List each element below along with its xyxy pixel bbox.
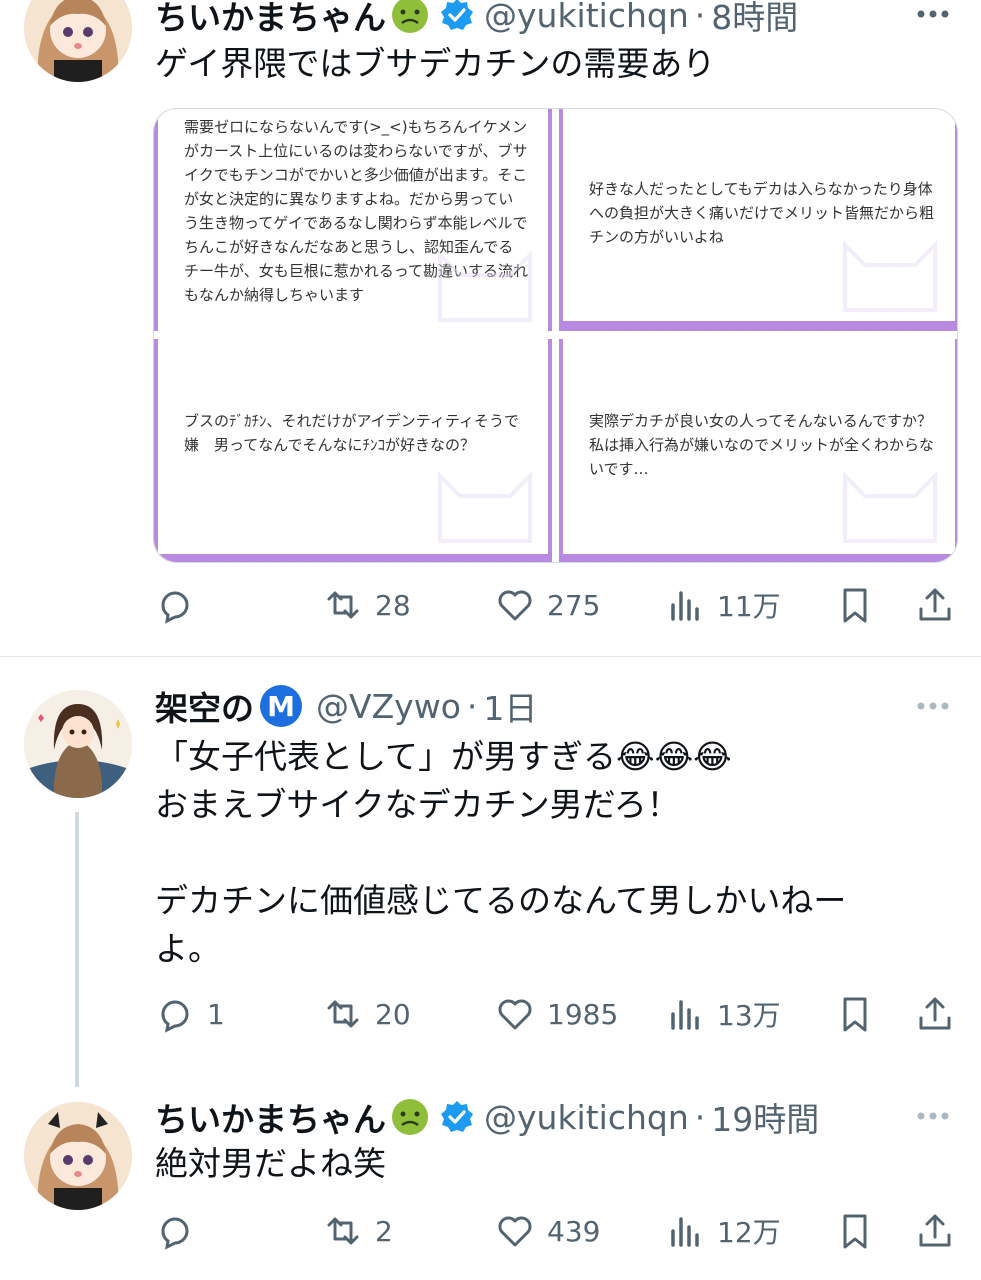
like-button[interactable]: 439 (495, 1206, 600, 1256)
cat-watermark-icon (438, 471, 532, 543)
reply-button[interactable] (155, 1206, 207, 1256)
share-button[interactable] (915, 580, 955, 630)
views-button[interactable]: 12万 (665, 1206, 781, 1256)
cat-watermark-icon (843, 471, 937, 543)
like-count: 1985 (547, 997, 619, 1031)
like-count: 275 (547, 588, 601, 622)
timestamp[interactable]: 19時間 (711, 1093, 819, 1141)
reply-button[interactable]: 1 (155, 989, 225, 1039)
share-icon (919, 588, 951, 621)
bookmark-icon (843, 997, 867, 1032)
media-image-2[interactable]: 好きな人だったとしてもデカは入らなかったり身体への負担が大きく痛いだけでメリット… (559, 109, 957, 331)
image-4-bottom-bar (563, 554, 955, 562)
reply-icon (161, 1217, 189, 1250)
user-handle[interactable]: @yukitichqn (484, 0, 689, 35)
verified-badge-icon (441, 0, 473, 30)
like-button[interactable]: 1985 (495, 989, 618, 1039)
views-count: 12万 (717, 1216, 781, 1249)
display-name[interactable]: ちいかまちゃん (155, 1093, 386, 1141)
image-3-text: ブスのﾃﾞｶﾁﾝ、それだけがアイデンティティそうで嫌 男ってなんでそんなにﾁﾝｺ… (184, 412, 519, 454)
display-name[interactable]: 架空の (155, 682, 254, 730)
separator-dot: · (694, 0, 706, 35)
cat-watermark-icon (843, 240, 937, 312)
tweet-text-line-2: おまえブサイクなデカチン男だろ！ (155, 785, 680, 824)
retweet-button[interactable]: 20 (323, 989, 411, 1039)
media-image-3[interactable]: ブスのﾃﾞｶﾁﾝ、それだけがアイデンティティそうで嫌 男ってなんでそんなにﾁﾝｺ… (154, 339, 552, 562)
more-options-icon[interactable] (913, 4, 953, 24)
views-button[interactable]: 11万 (665, 580, 781, 630)
nauseated-face-icon (392, 0, 428, 33)
tweet-text-line-4: デカチンに価値感じてるのなんて男しかいねー (155, 881, 847, 920)
tweet-text-line-5: よ。 (155, 929, 221, 968)
retweet-button[interactable]: 2 (323, 1206, 393, 1256)
analytics-icon (671, 591, 699, 621)
retweet-count: 28 (375, 588, 411, 622)
thread-connector-line (75, 812, 79, 1087)
tweet-header: 架空の M @VZywo · 1日 (155, 681, 537, 731)
separator-dot: · (694, 1097, 706, 1137)
share-button[interactable] (915, 1206, 955, 1256)
bookmark-button[interactable] (835, 580, 875, 630)
reply-button[interactable] (155, 580, 207, 630)
separator-dot: · (466, 686, 478, 726)
image-3-bottom-bar (158, 554, 548, 562)
cat-watermark-icon (438, 250, 532, 322)
reply-icon (161, 591, 189, 624)
tweet-2[interactable]: 架空の M @VZywo · 1日 「女子代表として」が男すぎる😂😂😂 おまえブ… (0, 657, 981, 1077)
media-image-1[interactable]: 需要ゼロにならないんです(>_<)もちろんイケメンがカースト上位にいるのは変わら… (154, 109, 552, 331)
share-icon (919, 997, 951, 1030)
retweet-icon (327, 1217, 359, 1245)
heart-icon (498, 1216, 532, 1247)
tweet-3[interactable]: ちいかまちゃん @yukitichqn · 19時間 絶対男だよね笑 2 439 (0, 1078, 981, 1280)
reply-count: 1 (207, 997, 225, 1031)
avatar-chiikama[interactable] (24, 1102, 132, 1210)
user-handle[interactable]: @yukitichqn (484, 1098, 689, 1137)
m-badge: M (260, 685, 302, 727)
retweet-icon (327, 591, 359, 619)
verified-badge-icon (441, 1101, 473, 1132)
more-options-icon[interactable] (913, 696, 953, 716)
nauseated-face-icon (392, 1099, 428, 1135)
tweet-1[interactable]: ちいかまちゃん @yukitichqn · 8時間 ゲイ界隈ではブサデカチンの需… (0, 0, 981, 656)
media-image-4[interactable]: 実際デカチが良い女の人ってそんないるんですか？私は挿入行為が嫌いなのでメリットが… (559, 339, 957, 562)
timestamp[interactable]: 1日 (483, 682, 537, 730)
tweet-text-line-1: 「女子代表として」が男すぎる😂😂😂 (155, 737, 732, 776)
image-2-bottom-bar (563, 321, 955, 331)
tweet-header: ちいかまちゃん @yukitichqn · 19時間 (155, 1092, 819, 1142)
views-count: 13万 (717, 999, 781, 1032)
heart-icon (498, 590, 532, 621)
bookmark-button[interactable] (835, 989, 875, 1039)
bookmark-icon (843, 588, 867, 623)
bookmark-button[interactable] (835, 1206, 875, 1256)
more-options-icon[interactable] (913, 1106, 953, 1126)
retweet-count: 20 (375, 997, 411, 1031)
action-bar: 28 275 11万 (155, 580, 955, 630)
avatar-chiikama[interactable] (24, 0, 132, 82)
share-icon (919, 1214, 951, 1247)
retweet-count: 2 (375, 1214, 393, 1248)
action-bar: 1 20 1985 13万 (155, 989, 955, 1039)
heart-icon (498, 999, 532, 1030)
views-count: 11万 (717, 590, 781, 623)
tweet-text: 絶対男だよね笑 (155, 1144, 386, 1183)
share-button[interactable] (915, 989, 955, 1039)
display-name[interactable]: ちいかまちゃん (155, 0, 386, 39)
analytics-icon (671, 1217, 699, 1247)
reply-icon (161, 1000, 189, 1033)
media-grid[interactable]: 需要ゼロにならないんです(>_<)もちろんイケメンがカースト上位にいるのは変わら… (153, 108, 958, 563)
avatar-kakuu[interactable] (24, 690, 132, 798)
views-button[interactable]: 13万 (665, 989, 781, 1039)
like-count: 439 (547, 1214, 601, 1248)
tweet-header: ちいかまちゃん @yukitichqn · 8時間 (155, 0, 798, 40)
action-bar: 2 439 12万 (155, 1206, 955, 1256)
retweet-button[interactable]: 28 (323, 580, 411, 630)
bookmark-icon (843, 1214, 867, 1249)
retweet-icon (327, 1000, 359, 1028)
user-handle[interactable]: @VZywo (316, 687, 461, 726)
tweet-text: ゲイ界隈ではブサデカチンの需要あり (155, 44, 716, 83)
like-button[interactable]: 275 (495, 580, 600, 630)
timestamp[interactable]: 8時間 (711, 0, 798, 39)
analytics-icon (671, 1000, 699, 1030)
